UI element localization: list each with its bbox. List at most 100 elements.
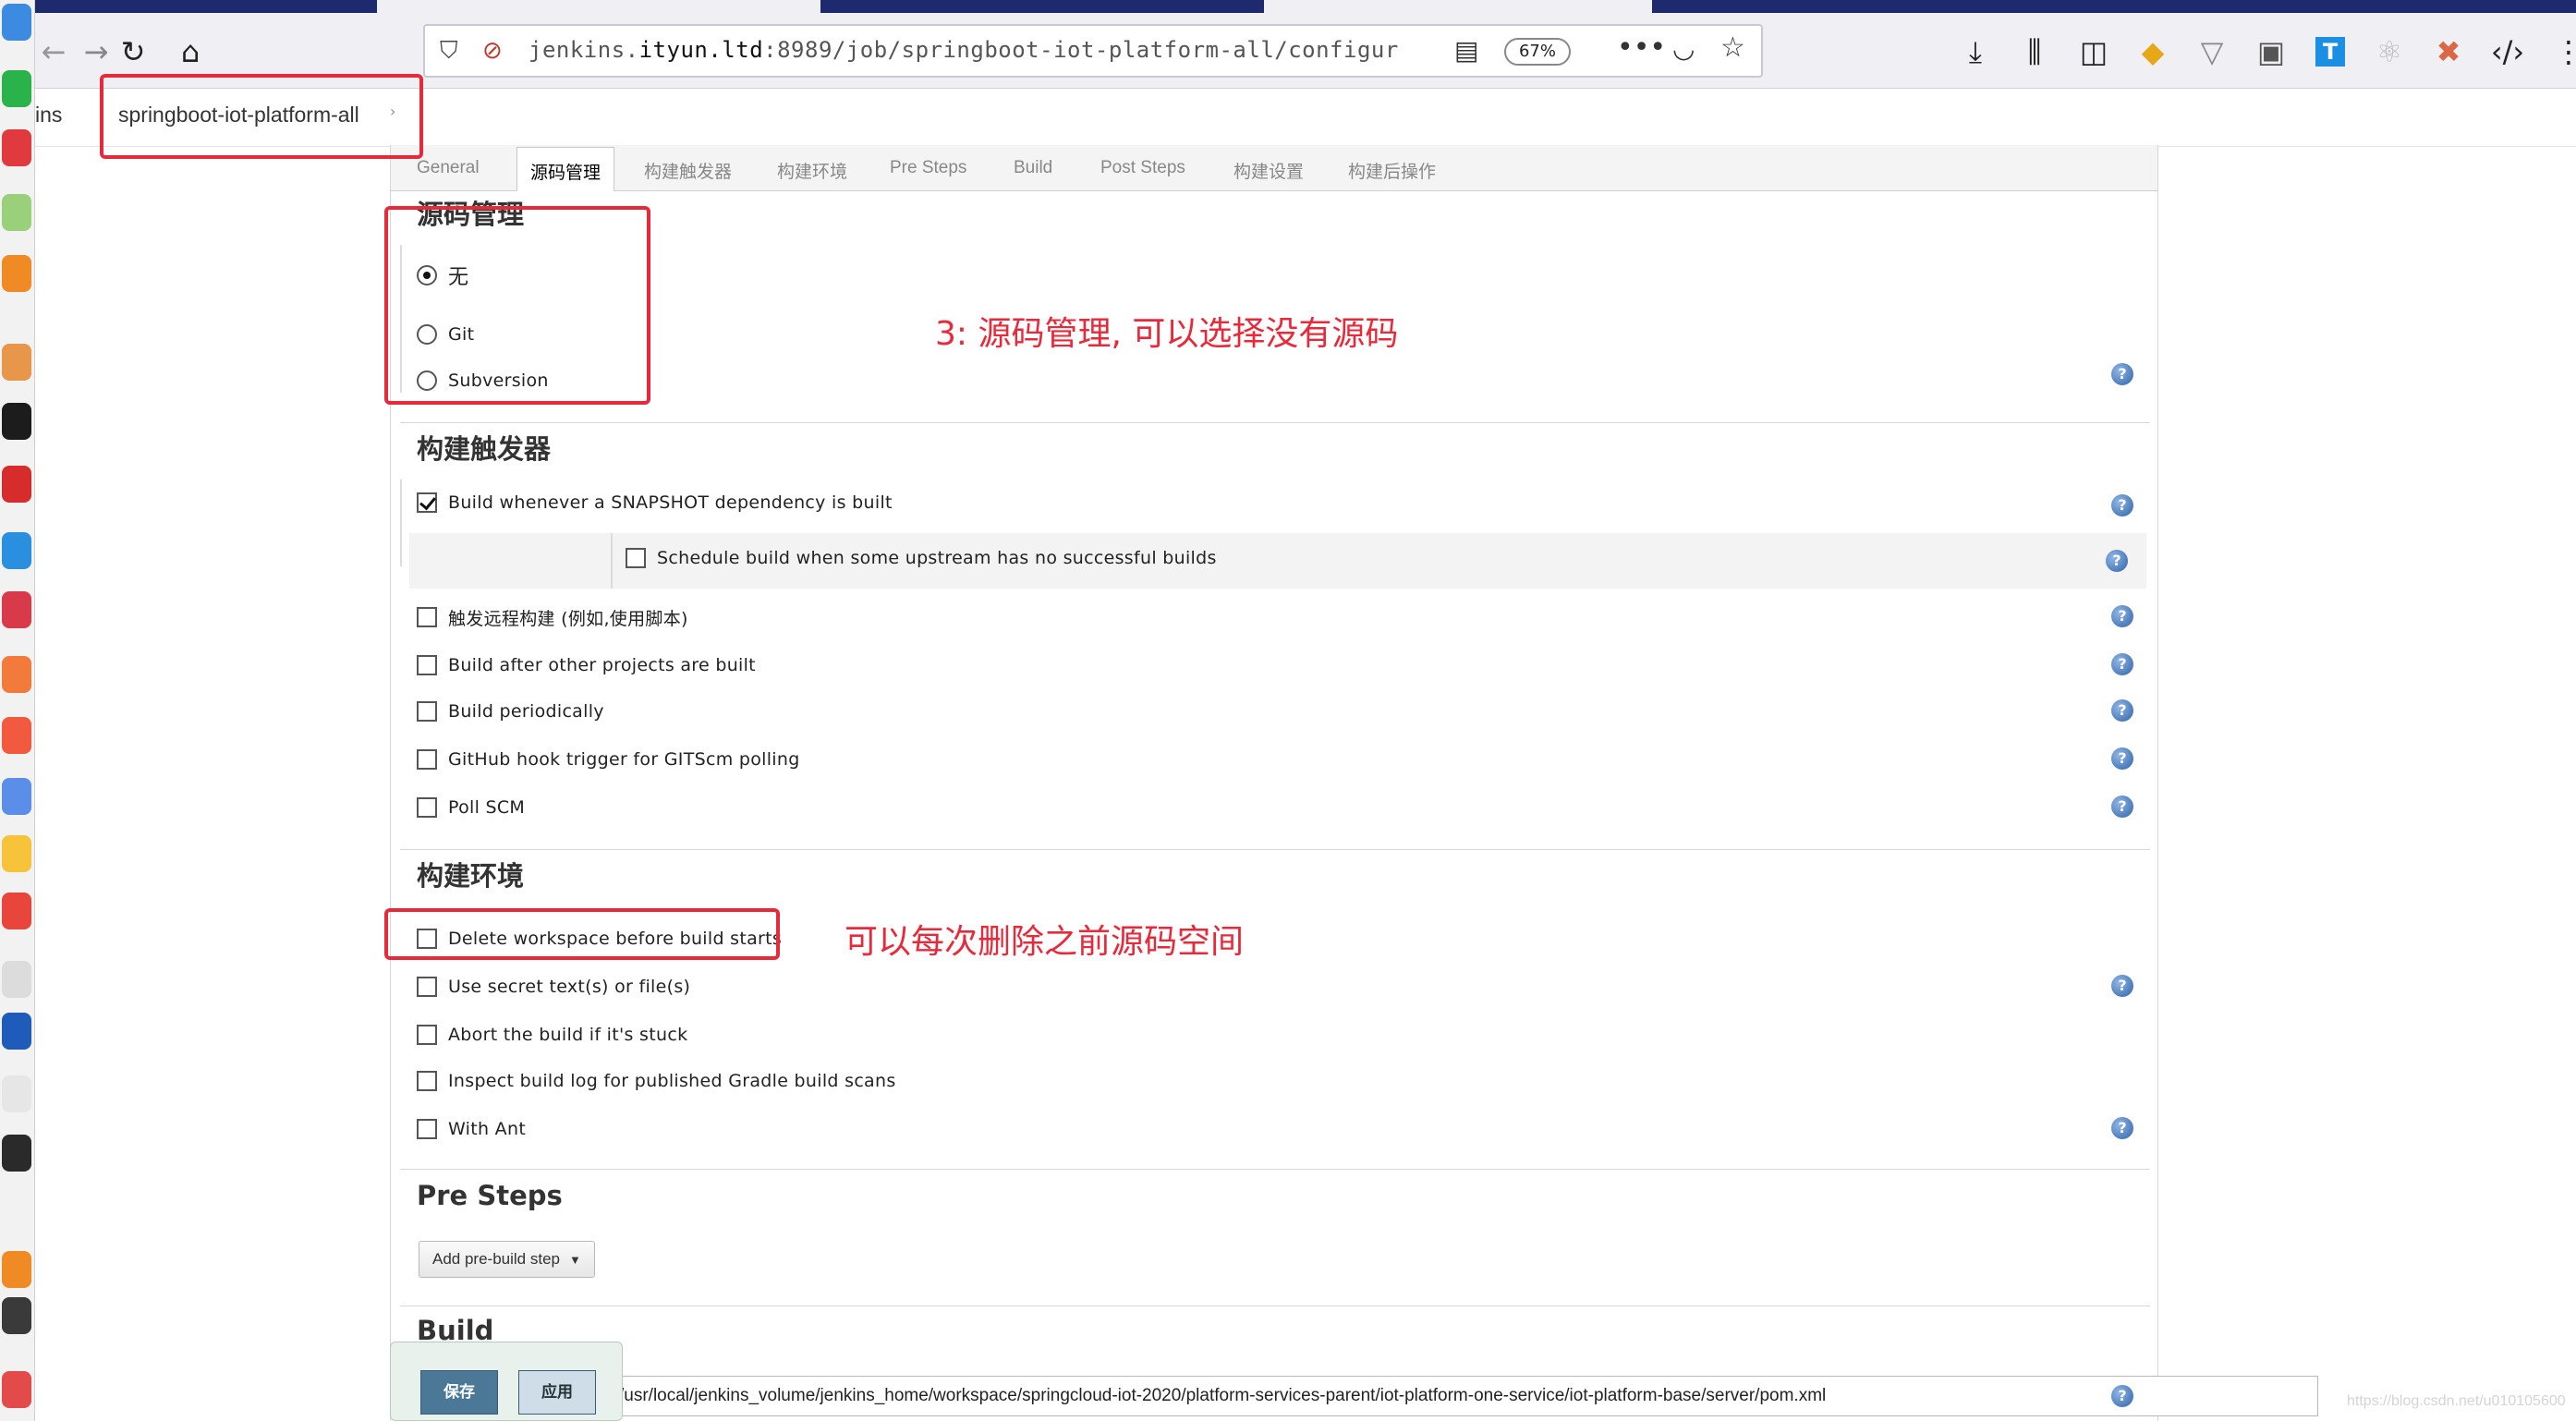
triggers-section-title: 构建触发器 — [417, 433, 552, 465]
checkbox-snapshot[interactable] — [417, 492, 437, 513]
help-icon[interactable]: ? — [2111, 975, 2133, 997]
books-icon[interactable] — [2, 466, 31, 503]
recorder-icon[interactable] — [2, 1251, 31, 1288]
trigger-upstream-no-success[interactable]: Schedule build when some upstream has no… — [626, 542, 1217, 574]
apply-button[interactable]: 应用 — [518, 1370, 596, 1415]
tab-build[interactable]: Build — [1014, 158, 1052, 178]
help-icon[interactable]: ? — [2111, 1385, 2133, 1407]
downloads-icon[interactable]: ⤓ — [1955, 31, 1996, 72]
checkbox-secret-text[interactable] — [417, 977, 437, 997]
help-icon[interactable]: ? — [2111, 494, 2133, 516]
pocket-icon[interactable]: ◡ — [1672, 33, 1695, 64]
help-icon[interactable]: ? — [2111, 605, 2133, 627]
bookmark-star-icon[interactable]: ☆ — [1720, 31, 1745, 64]
checkbox-poll-scm[interactable] — [417, 797, 437, 818]
text-icon[interactable] — [2, 961, 31, 998]
finder-icon[interactable] — [2, 4, 31, 41]
root-pom-input[interactable]: /usr/local/jenkins_volume/jenkins_home/w… — [609, 1376, 2318, 1416]
qq-icon[interactable] — [2, 403, 31, 440]
checkbox-remote-trigger[interactable] — [417, 607, 437, 627]
url-text[interactable]: jenkins.ityun.ltd:8989/job/springboot-io… — [529, 37, 1399, 63]
checkbox-with-ant[interactable] — [417, 1119, 437, 1139]
checkbox-upstream-no-success[interactable] — [626, 548, 646, 568]
postman-icon[interactable] — [2, 656, 31, 693]
breadcrumb-root-link[interactable]: ins — [35, 103, 62, 128]
checkbox-abort-stuck[interactable] — [417, 1025, 437, 1045]
trigger-github-hook[interactable]: GitHub hook trigger for GITScm polling — [417, 744, 800, 775]
trigger-periodically[interactable]: Build periodically — [417, 696, 604, 727]
tab-post-steps[interactable]: Post Steps — [1100, 158, 1185, 178]
trigger-label: Build after other projects are built — [448, 655, 756, 675]
env-with-ant[interactable]: With Ant — [417, 1113, 526, 1145]
vscode-icon[interactable] — [2, 532, 31, 569]
tab-scm[interactable]: 源码管理 — [516, 147, 615, 191]
help-icon[interactable]: ? — [2111, 1117, 2133, 1139]
chrome-icon[interactable] — [2, 893, 31, 929]
env-label: Use secret text(s) or file(s) — [448, 977, 691, 997]
tab-build-environment[interactable]: 构建环境 — [777, 158, 847, 183]
tab-pre-steps[interactable]: Pre Steps — [890, 158, 966, 178]
shield-icon[interactable]: ⛉ — [440, 37, 458, 66]
checkbox-gradle-scans[interactable] — [417, 1071, 437, 1091]
app-icon[interactable] — [2, 1371, 31, 1408]
tab-build-settings[interactable]: 构建设置 — [1233, 158, 1304, 183]
messages-icon[interactable] — [2, 194, 31, 231]
notes-icon[interactable] — [2, 344, 31, 381]
tab-post-build-actions[interactable]: 构建后操作 — [1348, 158, 1436, 183]
music-icon[interactable] — [2, 717, 31, 754]
mail-icon[interactable] — [2, 591, 31, 628]
jetbrains-icon[interactable] — [2, 778, 31, 815]
xcode-icon[interactable] — [2, 1075, 31, 1112]
checkbox-github-hook[interactable] — [417, 749, 437, 770]
section-bar — [400, 480, 402, 566]
tab-build-triggers[interactable]: 构建触发器 — [644, 158, 732, 183]
url-bar[interactable]: ⛉ ⊘ jenkins.ityun.ltd:8989/job/springboo… — [423, 24, 1763, 78]
help-icon[interactable]: ? — [2111, 363, 2133, 385]
trigger-remote[interactable]: 触发远程构建 (例如,使用脚本) — [417, 601, 688, 633]
help-icon[interactable]: ? — [2111, 653, 2133, 675]
notebook-icon[interactable]: ▣ — [2251, 31, 2291, 72]
tab-general[interactable]: General — [417, 158, 480, 178]
checkbox-after-other[interactable] — [417, 655, 437, 675]
intellij-icon[interactable] — [2, 1013, 31, 1050]
trigger-poll-scm[interactable]: Poll SCM — [417, 792, 525, 823]
reload-icon[interactable]: ↻ — [113, 31, 153, 72]
sketch-icon[interactable] — [2, 835, 31, 872]
back-icon[interactable]: ← — [33, 31, 74, 72]
zoom-level-badge[interactable]: 67% — [1504, 38, 1571, 66]
help-icon[interactable]: ? — [2111, 699, 2133, 722]
reader-view-icon[interactable]: ▤ — [1454, 35, 1478, 66]
vue-devtools-icon[interactable]: ▽ — [2192, 31, 2232, 72]
trigger-snapshot[interactable]: Build whenever a SNAPSHOT dependency is … — [417, 487, 893, 518]
home-icon[interactable]: ⌂ — [170, 31, 211, 72]
translate-icon[interactable]: T — [2310, 31, 2351, 72]
trigger-after-other[interactable]: Build after other projects are built — [417, 650, 756, 681]
tools-extension-icon[interactable]: ✖ — [2428, 31, 2469, 72]
env-abort-stuck[interactable]: Abort the build if it's stuck — [417, 1019, 687, 1051]
page-actions-icon[interactable]: ••• — [1617, 31, 1666, 64]
weibo-icon[interactable] — [2, 129, 31, 166]
sublime-icon[interactable] — [2, 255, 31, 292]
save-button[interactable]: 保存 — [420, 1370, 498, 1415]
browser-tab[interactable] — [377, 0, 820, 13]
console-icon[interactable] — [2, 1297, 31, 1334]
overflow-menu-icon[interactable]: ⋮ — [2548, 31, 2576, 72]
insecure-lock-icon[interactable]: ⊘ — [482, 37, 503, 65]
terminal-icon[interactable] — [2, 1135, 31, 1172]
library-icon[interactable]: ⫼ — [2014, 31, 2055, 72]
browser-tab[interactable] — [1264, 0, 1652, 13]
wechat-icon[interactable] — [2, 70, 31, 107]
sidebar-icon[interactable]: ◫ — [2073, 31, 2114, 72]
add-pre-build-step-button[interactable]: Add pre-build step ▼ — [419, 1241, 595, 1278]
help-icon[interactable]: ? — [2111, 796, 2133, 818]
react-devtools-icon[interactable]: ⚛ — [2369, 31, 2410, 72]
help-icon[interactable]: ? — [2111, 747, 2133, 770]
trigger-label: Schedule build when some upstream has no… — [657, 548, 1217, 568]
developer-icon[interactable]: ‹/› — [2487, 31, 2528, 72]
checkbox-periodically[interactable] — [417, 701, 437, 722]
forward-icon[interactable]: → — [76, 31, 116, 72]
env-gradle-scans[interactable]: Inspect build log for published Gradle b… — [417, 1065, 896, 1097]
env-secret-text[interactable]: Use secret text(s) or file(s) — [417, 971, 690, 1002]
color-extension-icon[interactable]: ◆ — [2132, 31, 2173, 72]
help-icon[interactable]: ? — [2106, 550, 2128, 572]
